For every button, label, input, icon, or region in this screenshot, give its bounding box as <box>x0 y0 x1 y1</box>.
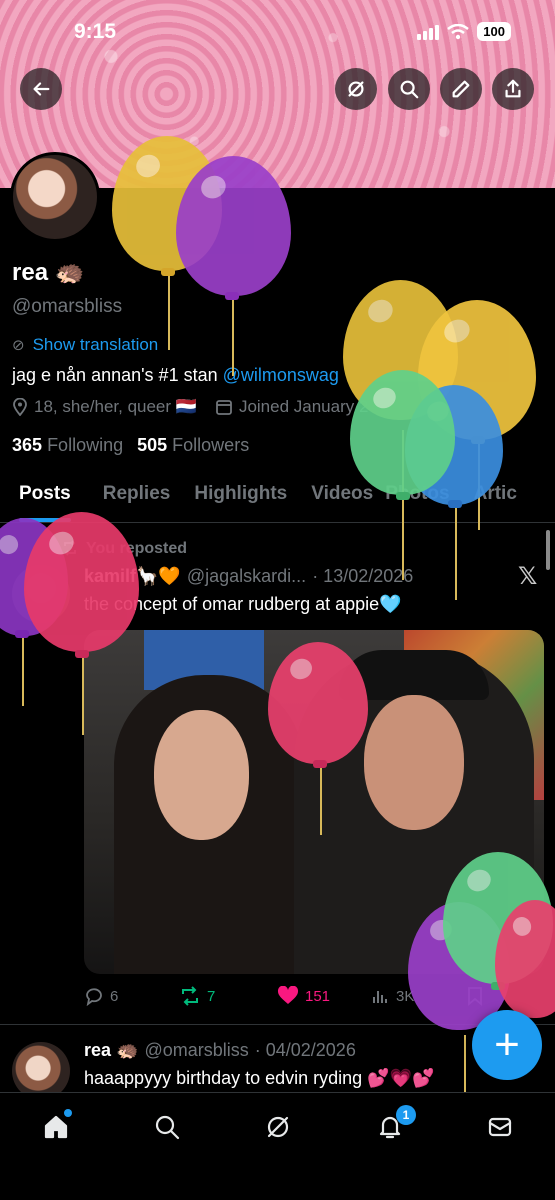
back-icon <box>33 82 50 96</box>
joined-text: Joined January 2 <box>238 397 369 416</box>
photo-face-left <box>154 710 249 840</box>
bottom-nav: 1 <box>0 1092 555 1200</box>
search-button[interactable] <box>388 68 430 110</box>
x-logo-icon: 𝕏 <box>518 563 538 590</box>
share-button[interactable] <box>492 68 534 110</box>
tab-replies[interactable]: Replies <box>103 475 171 522</box>
messages-icon <box>488 1117 512 1137</box>
photo-face-right <box>364 695 464 830</box>
grok-icon <box>348 81 364 97</box>
show-translation-label: Show translation <box>32 335 159 354</box>
following-count: 365 <box>12 435 43 455</box>
post-date: · 04/02/2026 <box>254 1040 356 1060</box>
following-label: Following <box>47 435 124 455</box>
post-author-handle[interactable]: @jagalskardi... <box>187 566 306 587</box>
post-header: rea 🦔 @omarsbliss · 04/02/2026 <box>84 1040 356 1061</box>
signal-icon <box>417 24 440 40</box>
calendar-icon <box>216 400 232 415</box>
nav-grok[interactable] <box>258 1107 298 1147</box>
profile-avatar[interactable] <box>10 152 100 242</box>
status-icons: 100 <box>417 22 511 41</box>
repost-icon <box>182 986 198 1006</box>
explore-icon <box>155 1115 180 1140</box>
location-text: 18, she/her, queer 🇳🇱 <box>34 397 197 416</box>
status-time: 9:15 <box>74 20 117 43</box>
edit-icon <box>452 80 470 98</box>
nav-home[interactable] <box>36 1107 76 1147</box>
battery-icon: 100 <box>477 22 511 41</box>
post-text: haaappyyy birthday to edvin ryding 💕💗💕 <box>84 1068 435 1088</box>
location-item: 18, she/her, queer 🇳🇱 <box>12 397 197 417</box>
heart-icon <box>277 986 299 1004</box>
bio-text: jag e nån annan's #1 stan <box>12 365 223 385</box>
location-icon <box>13 398 27 416</box>
tab-videos[interactable]: Videos <box>311 475 373 522</box>
profile-bio: jag e nån annan's #1 stan @wilmonswag <box>12 365 339 386</box>
translate-icon: ⊘ <box>12 337 25 354</box>
status-bar: 9:15 100 <box>0 14 555 50</box>
grok-button[interactable] <box>335 68 377 110</box>
home-icon <box>44 1115 68 1139</box>
post-author-name[interactable]: rea 🦔 <box>84 1040 138 1061</box>
nav-notifications[interactable]: 1 <box>370 1105 416 1147</box>
profile-stats: 365 Following 505 Followers <box>12 435 249 456</box>
search-icon <box>400 80 419 99</box>
followers-count: 505 <box>137 435 168 455</box>
followers-link[interactable]: 505 Followers <box>137 435 249 456</box>
joined-item: Joined January 2 <box>215 397 368 417</box>
like-button[interactable]: 151 <box>277 986 372 1006</box>
grok-nav-icon <box>267 1116 289 1138</box>
tab-highlights[interactable]: Highlights <box>194 475 287 522</box>
back-button[interactable] <box>20 68 62 110</box>
reply-icon <box>86 988 102 1006</box>
notifications-badge: 1 <box>396 1105 416 1125</box>
following-link[interactable]: 365 Following <box>12 435 123 456</box>
show-translation-link[interactable]: ⊘ Show translation <box>12 335 158 355</box>
nav-messages[interactable] <box>480 1107 520 1147</box>
reply-button[interactable]: 6 <box>84 986 179 1006</box>
repost-count: 7 <box>207 987 216 1005</box>
scrollbar[interactable] <box>546 530 550 570</box>
home-unread-dot <box>64 1109 72 1117</box>
nav-explore[interactable] <box>147 1107 187 1147</box>
followers-label: Followers <box>172 435 250 455</box>
plus-icon: + <box>494 1020 520 1069</box>
wifi-icon <box>447 23 470 39</box>
profile-handle: @omarsbliss <box>12 296 123 317</box>
views-icon <box>373 991 387 1003</box>
bio-mention-link[interactable]: @wilmonswag <box>223 365 339 385</box>
repost-button[interactable]: 7 <box>179 986 277 1006</box>
profile-meta: 18, she/her, queer 🇳🇱 Joined January 2 <box>12 397 368 417</box>
post-author-handle[interactable]: @omarsbliss <box>144 1040 248 1061</box>
reply-count: 6 <box>110 987 119 1005</box>
like-count: 151 <box>305 987 331 1005</box>
share-icon <box>505 79 521 98</box>
post-date: · 13/02/2026 <box>312 566 414 586</box>
profile-name: rea 🦔 <box>12 259 85 286</box>
compose-post-button[interactable]: + <box>472 1010 542 1080</box>
edit-button[interactable] <box>440 68 482 110</box>
